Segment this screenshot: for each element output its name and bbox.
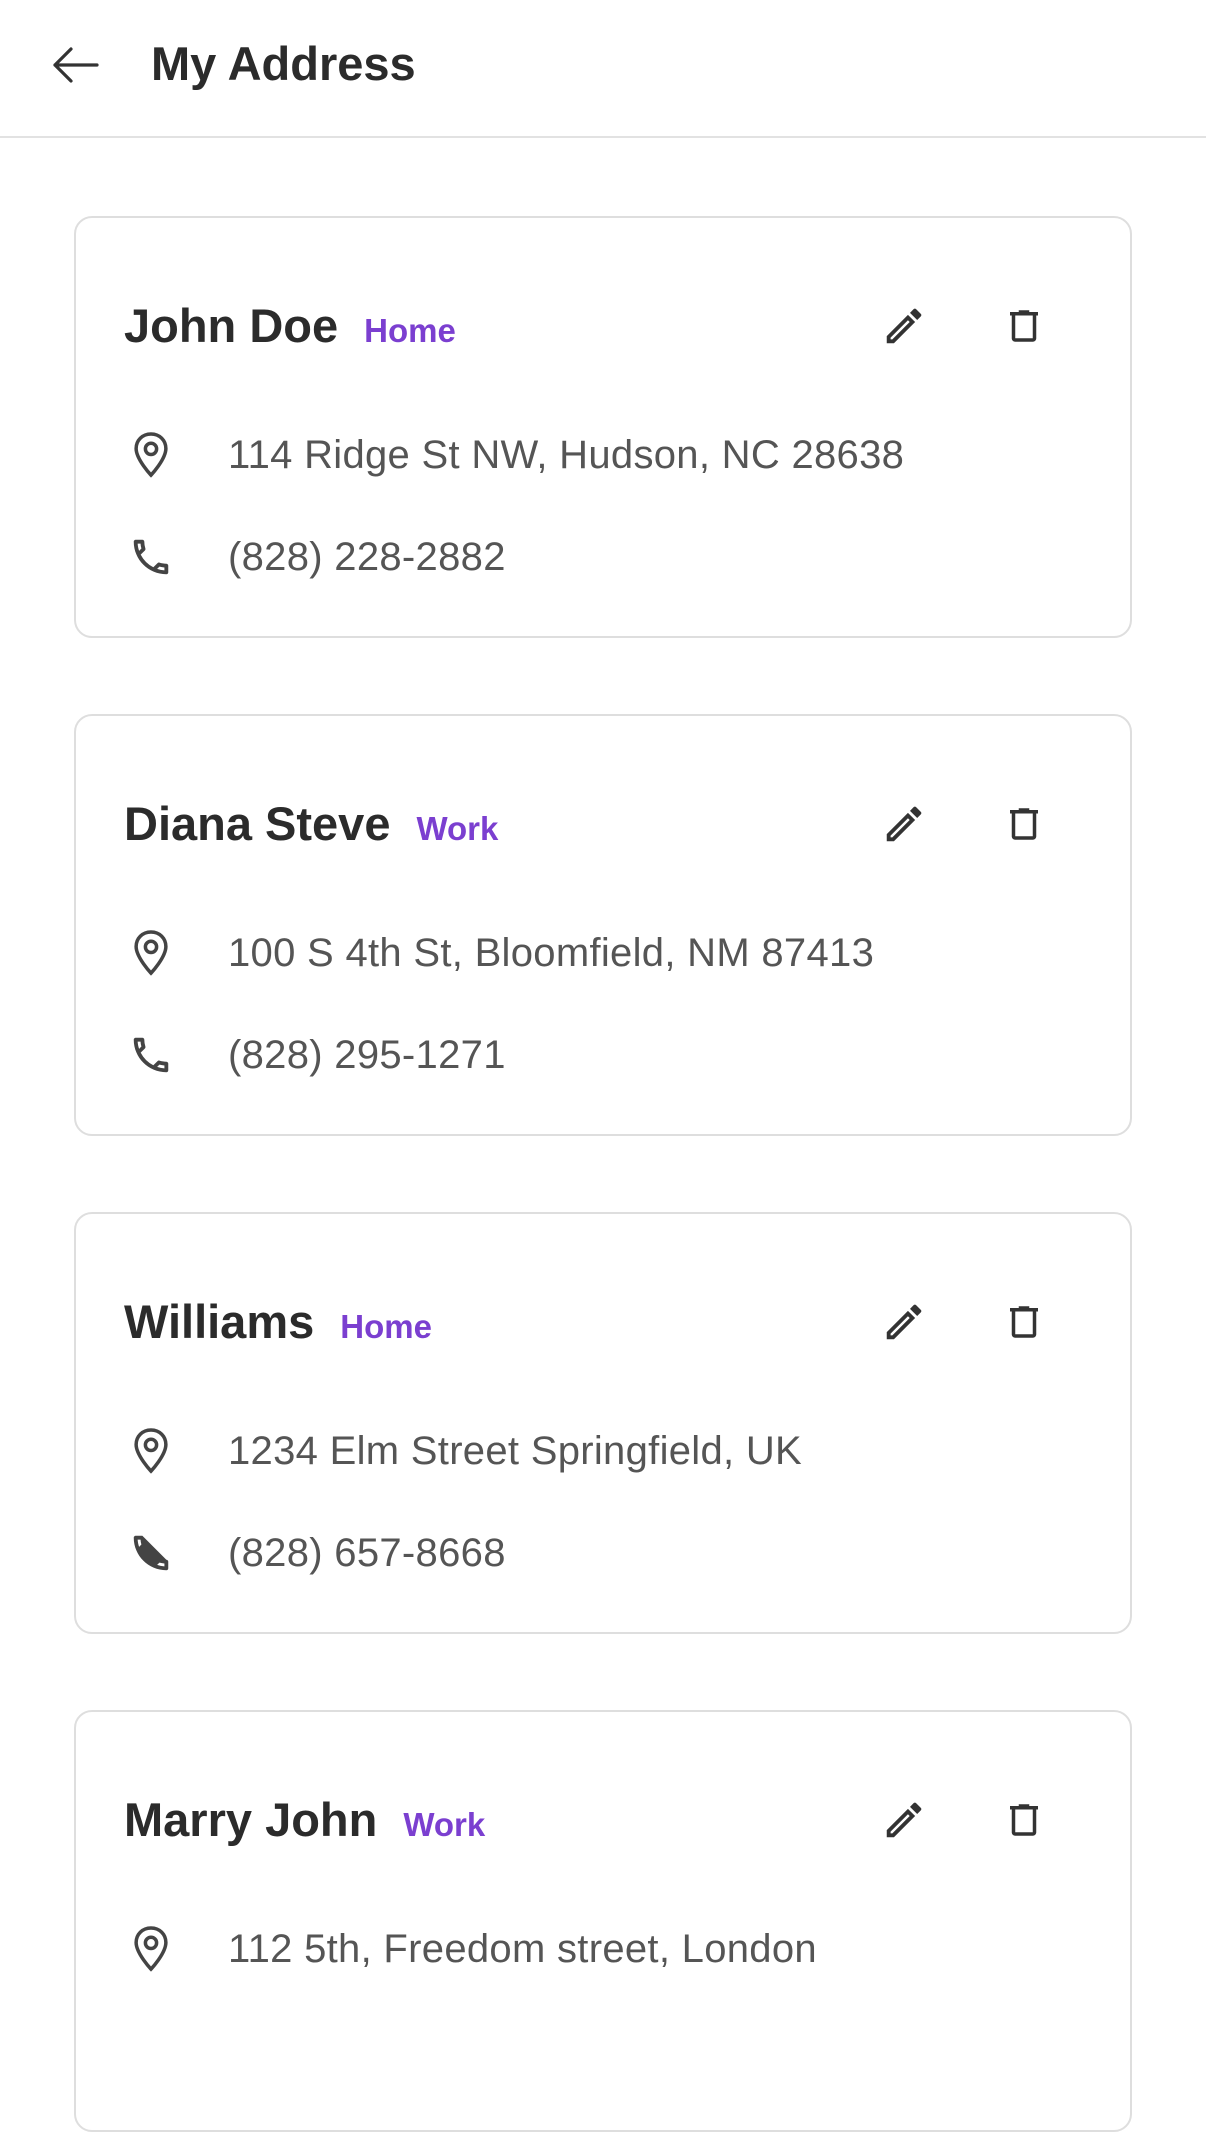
- address-text: 1234 Elm Street Springfield, UK: [228, 1428, 803, 1473]
- phone-text: (828) 657-8668: [228, 1530, 506, 1575]
- card-header: Marry John Work: [124, 1790, 485, 1850]
- phone-row: (828) 657-8668: [124, 1522, 506, 1584]
- location-pin-icon: [124, 428, 178, 482]
- address-type-tag: Work: [416, 810, 499, 847]
- address-type-tag: Home: [340, 1308, 432, 1345]
- contact-name: Marry John: [124, 1793, 378, 1846]
- address-list: John Doe Home 114 Ridge St NW, Hudson, N…: [0, 138, 1206, 2132]
- phone-text: (828) 228-2882: [228, 534, 506, 579]
- back-button[interactable]: [42, 32, 108, 98]
- address-type-tag: Work: [403, 1806, 486, 1843]
- contact-name: John Doe: [124, 299, 339, 352]
- edit-button[interactable]: [866, 288, 942, 364]
- page-title: My Address: [151, 37, 416, 90]
- delete-button[interactable]: [986, 1782, 1062, 1858]
- address-type-tag: Home: [364, 312, 456, 349]
- address-row: 100 S 4th St, Bloomfield, NM 87413: [124, 922, 874, 984]
- contact-name: Williams: [124, 1295, 315, 1348]
- card-header: Williams Home: [124, 1292, 432, 1352]
- address-text: 112 5th, Freedom street, London: [228, 1926, 817, 1971]
- contact-name: Diana Steve: [124, 797, 391, 850]
- delete-button[interactable]: [986, 288, 1062, 364]
- phone-row: (828) 228-2882: [124, 526, 506, 588]
- address-card: Diana Steve Work 100 S 4th St, Bloomfiel…: [74, 714, 1132, 1136]
- edit-button[interactable]: [866, 1284, 942, 1360]
- trash-icon: [1003, 801, 1045, 847]
- address-row: 112 5th, Freedom street, London: [124, 1918, 817, 1980]
- address-row: 114 Ridge St NW, Hudson, NC 28638: [124, 424, 904, 486]
- trash-icon: [1003, 1797, 1045, 1843]
- arrow-left-icon: [51, 45, 99, 85]
- trash-icon: [1003, 303, 1045, 349]
- pencil-icon: [881, 1797, 927, 1843]
- delete-button[interactable]: [986, 786, 1062, 862]
- address-card: John Doe Home 114 Ridge St NW, Hudson, N…: [74, 216, 1132, 638]
- location-pin-icon: [124, 1424, 178, 1478]
- address-card: Williams Home 1234 Elm Street Springfiel…: [74, 1212, 1132, 1634]
- edit-button[interactable]: [866, 1782, 942, 1858]
- phone-row: (828) 295-1271: [124, 1024, 506, 1086]
- phone-icon: [124, 1526, 178, 1580]
- phone-text: (828) 295-1271: [228, 1032, 506, 1077]
- pencil-icon: [881, 303, 927, 349]
- address-card: Marry John Work 112 5th, Freedom street,…: [74, 1710, 1132, 2132]
- delete-button[interactable]: [986, 1284, 1062, 1360]
- phone-icon: [124, 1028, 178, 1082]
- app-bar: My Address: [0, 0, 1206, 138]
- phone-icon: [124, 530, 178, 584]
- address-text: 114 Ridge St NW, Hudson, NC 28638: [228, 432, 905, 477]
- address-row: 1234 Elm Street Springfield, UK: [124, 1420, 802, 1482]
- card-header: John Doe Home: [124, 296, 456, 356]
- address-text: 100 S 4th St, Bloomfield, NM 87413: [228, 930, 875, 975]
- pencil-icon: [881, 801, 927, 847]
- location-pin-icon: [124, 1922, 178, 1976]
- location-pin-icon: [124, 926, 178, 980]
- trash-icon: [1003, 1299, 1045, 1345]
- pencil-icon: [881, 1299, 927, 1345]
- edit-button[interactable]: [866, 786, 942, 862]
- card-header: Diana Steve Work: [124, 794, 498, 854]
